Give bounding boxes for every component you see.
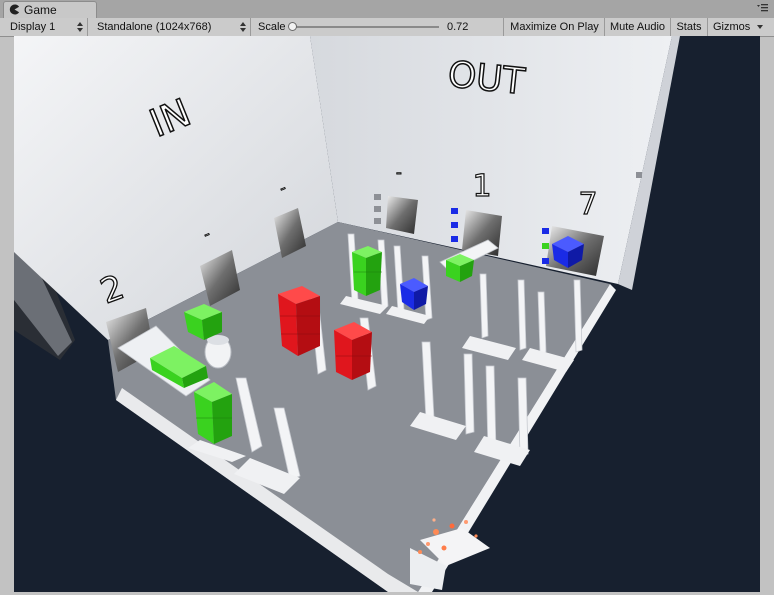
robot <box>204 335 232 369</box>
green-box-stack <box>352 246 382 296</box>
out-door-mark: - <box>396 163 402 182</box>
out-door-7-label: 7 <box>578 187 597 222</box>
tab-bar: Game <box>0 0 774 19</box>
game-viewport[interactable]: IN OUT - - 2 - 1 7 <box>14 36 760 592</box>
mute-label: Mute Audio <box>609 21 666 33</box>
pacman-icon <box>9 4 20 15</box>
game-toolbar: Display 1 Standalone (1024x768) Scale 0.… <box>0 18 774 37</box>
scale-label: Scale <box>258 21 286 33</box>
out-wall-label: OUT <box>446 54 528 103</box>
green-box-stack <box>194 382 232 444</box>
maximize-label: Maximize On Play <box>510 21 599 33</box>
gizmos-label: Gizmos <box>713 21 751 33</box>
updown-arrow-icon <box>240 22 246 32</box>
menu-icon[interactable] <box>756 2 768 14</box>
red-box-stack <box>334 322 372 380</box>
out-door-1-label: 1 <box>472 169 491 204</box>
resolution-label: Standalone (1024x768) <box>97 21 212 33</box>
resolution-dropdown[interactable]: Standalone (1024x768) <box>91 18 251 36</box>
out-door <box>386 196 418 234</box>
stats-toggle[interactable]: Stats <box>671 18 708 36</box>
display-label: Display 1 <box>10 21 56 33</box>
tab-label: Game <box>24 3 57 17</box>
updown-arrow-icon <box>77 22 83 32</box>
red-box-stack <box>278 286 320 356</box>
chevron-down-icon <box>757 25 763 29</box>
scale-control: Scale 0.72 <box>254 18 504 36</box>
stats-label: Stats <box>676 21 702 33</box>
game-scene: IN OUT - - 2 - 1 7 <box>14 36 680 592</box>
tab-game[interactable]: Game <box>3 1 97 18</box>
scale-slider-knob[interactable] <box>288 22 297 31</box>
scale-slider-track[interactable] <box>294 26 439 28</box>
maximize-on-play-toggle[interactable]: Maximize On Play <box>505 18 605 36</box>
gizmos-dropdown[interactable]: Gizmos <box>708 18 766 36</box>
scale-value: 0.72 <box>447 21 469 33</box>
display-dropdown[interactable]: Display 1 <box>0 18 88 36</box>
mute-audio-toggle[interactable]: Mute Audio <box>605 18 671 36</box>
